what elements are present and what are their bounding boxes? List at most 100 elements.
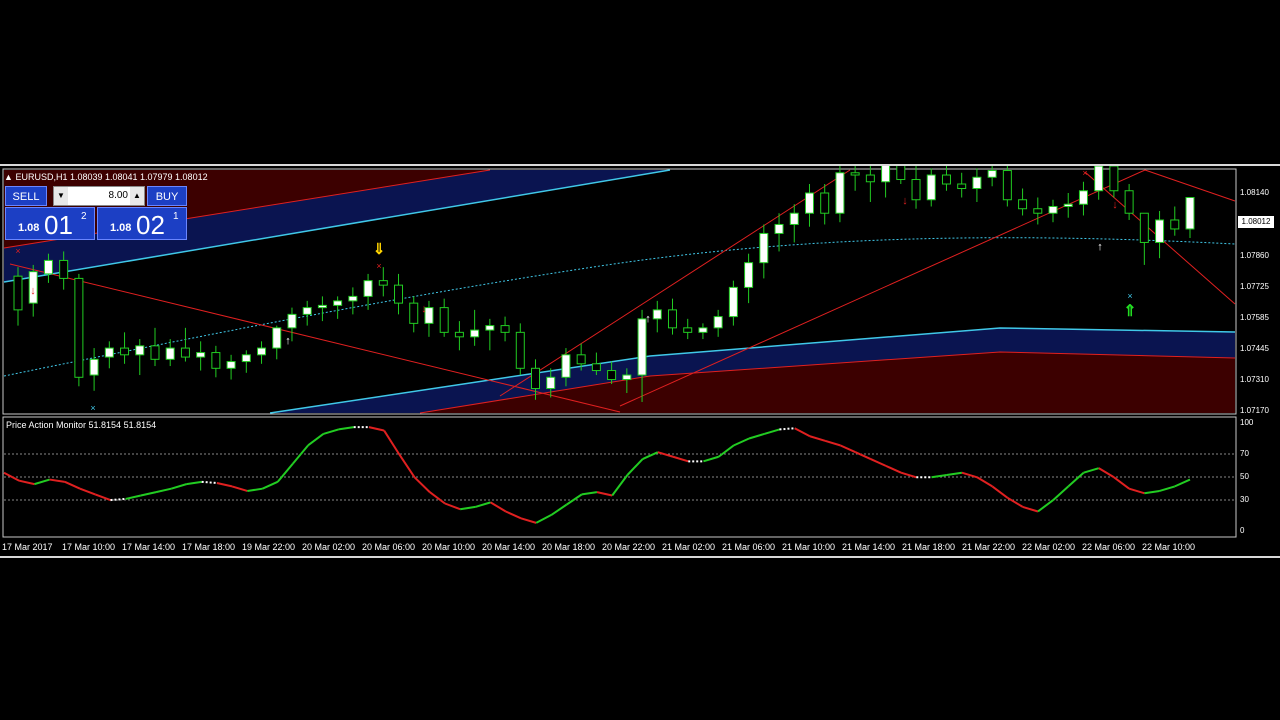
osc-falling-segment: [520, 517, 537, 524]
bull-candle: [104, 347, 114, 358]
time-axis-label: 19 Mar 22:00: [242, 542, 296, 552]
time-axis-label: 21 Mar 10:00: [782, 542, 836, 552]
sell-arrow-icon: ↓: [421, 303, 427, 315]
osc-rising-segment: [276, 462, 294, 483]
chart-canvas[interactable]: ↓ ↓ ↓ ↓ ↑ ↑ ↑ ⇑ ⇓ × × × × ×: [0, 166, 1280, 556]
osc-rising-segment: [1067, 471, 1085, 488]
osc-falling-segment: [976, 476, 993, 488]
lot-increase-icon[interactable]: ▲: [130, 187, 144, 205]
osc-rising-segment: [307, 433, 324, 447]
lot-decrease-icon[interactable]: ▼: [54, 187, 68, 205]
osc-falling-segment: [855, 451, 872, 460]
bull-candle: [1155, 219, 1165, 243]
time-axis-label: 21 Mar 14:00: [842, 542, 896, 552]
trendline-1: [9, 263, 621, 413]
bear-candle: [439, 307, 449, 333]
bull-candle: [561, 354, 571, 378]
bull-candle: [135, 345, 145, 356]
osc-falling-segment: [64, 480, 81, 490]
time-axis-label: 20 Mar 14:00: [482, 542, 536, 552]
time-axis-label: 20 Mar 06:00: [362, 542, 416, 552]
lot-size-field[interactable]: ▼ 8.00 ▲: [53, 186, 145, 206]
bull-candle: [744, 262, 754, 288]
indicator-axis-label: 30: [1240, 495, 1249, 504]
time-axis-label: 17 Mar 14:00: [122, 542, 176, 552]
osc-flat-segment: [779, 427, 795, 431]
bear-candle: [850, 172, 860, 176]
buy-arrow-icon: ↑: [645, 313, 651, 325]
bull-candle: [1048, 205, 1058, 214]
buy-price-pips: 02: [136, 210, 165, 240]
osc-rising-segment: [338, 426, 354, 431]
bull-candle: [713, 316, 723, 329]
bear-candle: [120, 347, 130, 356]
buy-price-box[interactable]: 1.08 02 1: [97, 207, 187, 240]
osc-falling-segment: [79, 487, 96, 496]
bull-candle: [196, 352, 206, 358]
time-axis-label: 22 Mar 06:00: [1082, 542, 1136, 552]
bear-candle: [531, 367, 541, 390]
bear-candle: [515, 331, 525, 369]
osc-falling-segment: [1098, 467, 1115, 479]
bear-candle: [591, 363, 601, 372]
bear-candle: [13, 275, 23, 311]
sell-price-box[interactable]: 1.08 01 2: [5, 207, 95, 240]
bull-candle: [89, 358, 99, 376]
bull-candle: [546, 376, 556, 390]
bull-candle: [165, 347, 175, 360]
buy-arrow-icon: ↑: [1097, 241, 1103, 253]
lot-size-input[interactable]: 8.00: [70, 187, 128, 205]
osc-flat-segment: [201, 480, 217, 484]
bull-candle: [804, 192, 814, 214]
osc-falling-segment: [1113, 476, 1130, 490]
bull-candle: [272, 327, 282, 349]
sell-button[interactable]: SELL: [5, 186, 47, 206]
indicator-axis-label: 50: [1240, 472, 1249, 481]
sell-price-point: 2: [81, 211, 87, 222]
bear-candle: [1109, 166, 1119, 192]
osc-rising-segment: [763, 428, 780, 435]
osc-rising-segment: [125, 494, 142, 500]
sell-arrow-icon: ↓: [1112, 199, 1118, 211]
bull-candle: [485, 325, 495, 331]
one-click-trading-panel: SELL ▼ 8.00 ▲ BUY 1.08 01 2 1.08 02 1: [5, 186, 187, 240]
buy-arrow-icon: ↑: [285, 335, 291, 347]
bear-candle: [607, 370, 617, 381]
x-mark-icon: ×: [1127, 291, 1132, 301]
osc-falling-segment: [444, 502, 461, 511]
bear-candle: [180, 347, 190, 358]
current-price-label: 1.08012: [1238, 216, 1274, 228]
bull-candle: [348, 295, 358, 302]
bull-candle: [1078, 190, 1088, 205]
buy-button[interactable]: BUY: [147, 186, 187, 206]
osc-rising-segment: [460, 505, 476, 511]
osc-rising-segment: [155, 487, 172, 494]
osc-rising-segment: [581, 491, 598, 496]
osc-falling-segment: [809, 435, 826, 442]
bull-candle: [774, 223, 784, 234]
bull-candle: [881, 166, 891, 183]
osc-falling-segment: [231, 485, 248, 492]
chart-window[interactable]: ↓ ↓ ↓ ↓ ↑ ↑ ↑ ⇑ ⇓ × × × × × ▲ EURUSD,H1 …: [0, 164, 1280, 558]
osc-rising-segment: [247, 487, 263, 492]
price-axis-label: 1.07585: [1240, 313, 1269, 322]
osc-rising-segment: [1159, 485, 1176, 492]
bear-candle: [378, 280, 388, 286]
bear-candle: [911, 179, 921, 201]
bull-candle: [302, 307, 312, 315]
osc-falling-segment: [413, 476, 431, 493]
indicator-axis-label: 70: [1240, 449, 1249, 458]
osc-falling-segment: [1022, 505, 1039, 513]
bull-candle: [257, 347, 267, 356]
bull-candle: [926, 174, 936, 201]
sell-arrow-icon: ↓: [902, 195, 908, 207]
bull-candle: [226, 361, 236, 369]
collapse-triangle-icon[interactable]: ▲: [4, 172, 13, 182]
price-axis-label: 1.07860: [1240, 251, 1269, 260]
bull-candle: [287, 313, 297, 329]
time-axis-label: 20 Mar 10:00: [422, 542, 476, 552]
bull-candle: [987, 170, 997, 178]
indicator-axis-label: 0: [1240, 526, 1245, 535]
time-axis-label: 21 Mar 22:00: [962, 542, 1016, 552]
bull-candle: [241, 354, 251, 363]
